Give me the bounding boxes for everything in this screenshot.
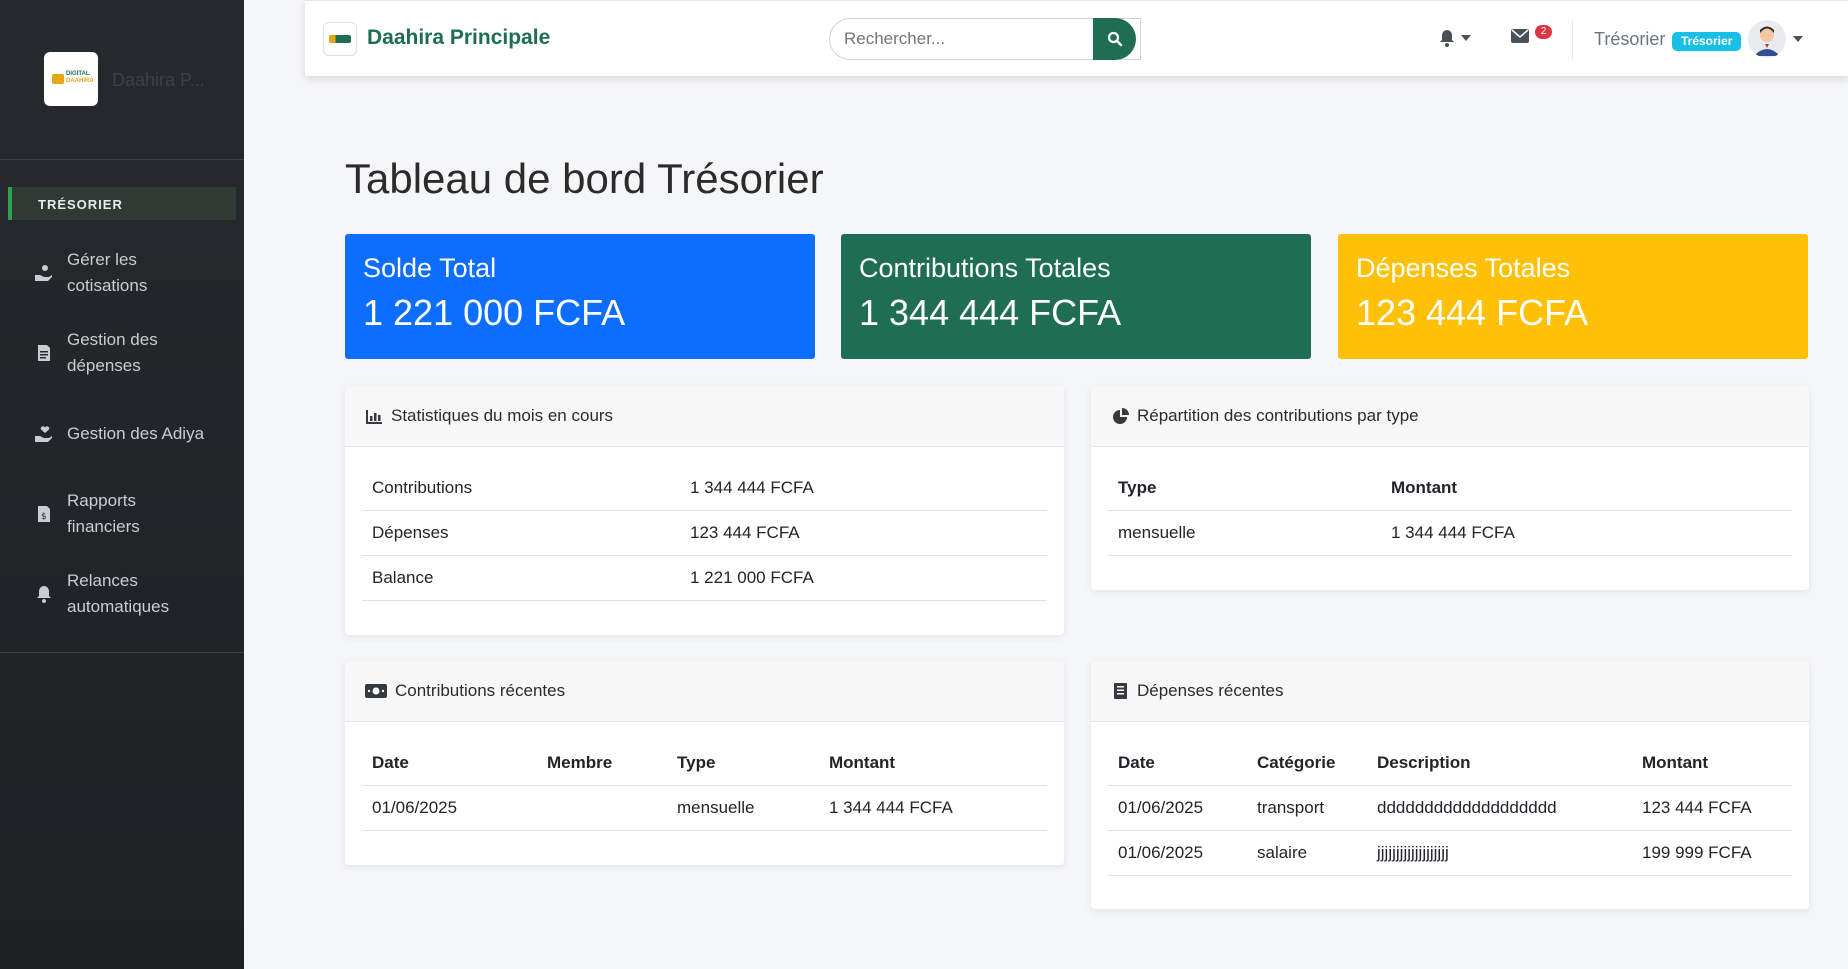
table-row: Dépenses 123 444 FCFA [362, 511, 1047, 556]
sidebar: DIGITAL DAAHIRA Daahira P... TRÉSORIER G… [0, 0, 244, 969]
table-row: 01/06/2025 mensuelle 1 344 444 FCFA [362, 786, 1047, 831]
recent-expenses-table: Date Catégorie Description Montant 01/06… [1108, 741, 1792, 876]
table-header: Date Catégorie Description Montant [1108, 741, 1792, 786]
stat-value: 123 444 FCFA [1356, 292, 1589, 333]
sidebar-item-adiya[interactable]: Gestion des Adiya [0, 399, 244, 469]
card-stats-month: Statistiques du mois en cours Contributi… [345, 386, 1064, 635]
page-title: Tableau de bord Trésorier [345, 155, 824, 202]
sidebar-divider [0, 652, 244, 653]
table-row: 01/06/2025 salaire jjjjjjjjjjjjjjjjjjj 1… [1108, 831, 1792, 876]
card-repartition: Répartition des contributions par type T… [1091, 386, 1809, 590]
stat-label: Solde Total [363, 253, 497, 283]
stat-card-contributions: Contributions Totales 1 344 444 FCFA [841, 234, 1311, 359]
envelope-icon [1511, 29, 1529, 43]
hand-coins-icon [34, 263, 54, 283]
stat-card-solde: Solde Total 1 221 000 FCFA [345, 234, 815, 359]
card-title: Répartition des contributions par type [1137, 406, 1419, 425]
repartition-table: Type Montant mensuelle 1 344 444 FCFA [1108, 466, 1792, 556]
topbar-separator [1572, 21, 1573, 59]
card-header: Dépenses récentes [1091, 661, 1809, 722]
card-header: Statistiques du mois en cours [345, 386, 1064, 447]
chevron-down-icon[interactable] [1793, 36, 1803, 42]
sidebar-item-label: Gérer les cotisations [67, 250, 148, 295]
table-row: Contributions 1 344 444 FCFA [362, 466, 1047, 511]
sidebar-item-label: Gestion des dépenses [67, 330, 158, 375]
sidebar-item-label: Relances automatiques [67, 571, 170, 616]
sidebar-item-cotisations[interactable]: Gérer les cotisations [0, 238, 244, 308]
stat-label: Dépenses Totales [1356, 253, 1571, 283]
stats-month-table: Contributions 1 344 444 FCFA Dépenses 12… [362, 466, 1047, 601]
recent-contributions-table: Date Membre Type Montant 01/06/2025 mens… [362, 741, 1047, 831]
card-header: Contributions récentes [345, 661, 1064, 722]
messages-button[interactable] [1511, 29, 1529, 48]
topbar: Daahira Principale 2 Trésorier Trésorier [305, 0, 1848, 76]
table-header: Type Montant [1108, 466, 1792, 511]
bell-icon [1440, 30, 1454, 47]
sidebar-brand: DIGITAL DAAHIRA Daahira P... [0, 0, 244, 160]
money-bill-icon [365, 682, 387, 700]
stat-label: Contributions Totales [859, 253, 1111, 283]
receipt-icon [1111, 682, 1129, 700]
svg-text:$: $ [41, 512, 47, 522]
sidebar-section-tresorier: TRÉSORIER [8, 187, 236, 220]
hand-heart-icon [34, 424, 54, 444]
app-logo[interactable]: DIGITAL DAAHIRA [44, 52, 98, 106]
search-button[interactable] [1093, 18, 1136, 60]
user-name[interactable]: Trésorier [1594, 29, 1665, 50]
stat-card-depenses: Dépenses Totales 123 444 FCFA [1338, 234, 1808, 359]
stat-value: 1 221 000 FCFA [363, 292, 626, 333]
chart-bar-icon [365, 407, 383, 425]
messages-badge: 2 [1535, 25, 1552, 39]
bell-icon [34, 584, 54, 604]
table-row: mensuelle 1 344 444 FCFA [1108, 511, 1792, 556]
card-recent-contributions: Contributions récentes Date Membre Type … [345, 661, 1064, 865]
pie-chart-icon [1111, 407, 1129, 425]
sidebar-brand-name: Daahira P... [112, 70, 205, 90]
card-title: Contributions récentes [395, 681, 566, 700]
topbar-title[interactable]: Daahira Principale [367, 26, 550, 50]
avatar[interactable] [1748, 20, 1786, 58]
file-invoice-icon: $ [34, 504, 54, 524]
chevron-down-icon [1461, 35, 1471, 41]
stat-value: 1 344 444 FCFA [859, 292, 1122, 333]
table-row: Balance 1 221 000 FCFA [362, 556, 1047, 601]
receipt-icon [34, 343, 54, 363]
search-icon [1107, 31, 1122, 47]
table-row: 01/06/2025 transport ddddddddddddddddddd… [1108, 786, 1792, 831]
card-title: Statistiques du mois en cours [391, 406, 614, 425]
table-header: Date Membre Type Montant [362, 741, 1047, 786]
sidebar-item-depenses[interactable]: Gestion des dépenses [0, 318, 244, 388]
role-badge: Trésorier [1672, 32, 1742, 51]
card-recent-expenses: Dépenses récentes Date Catégorie Descrip… [1091, 661, 1809, 909]
sidebar-item-label: Rapports financiers [67, 491, 140, 536]
sidebar-item-relances[interactable]: Relances automatiques [0, 559, 244, 629]
card-header: Répartition des contributions par type [1091, 386, 1809, 447]
sidebar-item-label: Gestion des Adiya [67, 424, 205, 443]
notifications-dropdown[interactable] [1439, 29, 1471, 47]
card-title: Dépenses récentes [1137, 681, 1284, 700]
sidebar-item-rapports[interactable]: $ Rapports financiers [0, 479, 244, 549]
logo-mark: DIGITAL DAAHIRA [52, 70, 94, 88]
topbar-logo[interactable] [323, 22, 357, 56]
